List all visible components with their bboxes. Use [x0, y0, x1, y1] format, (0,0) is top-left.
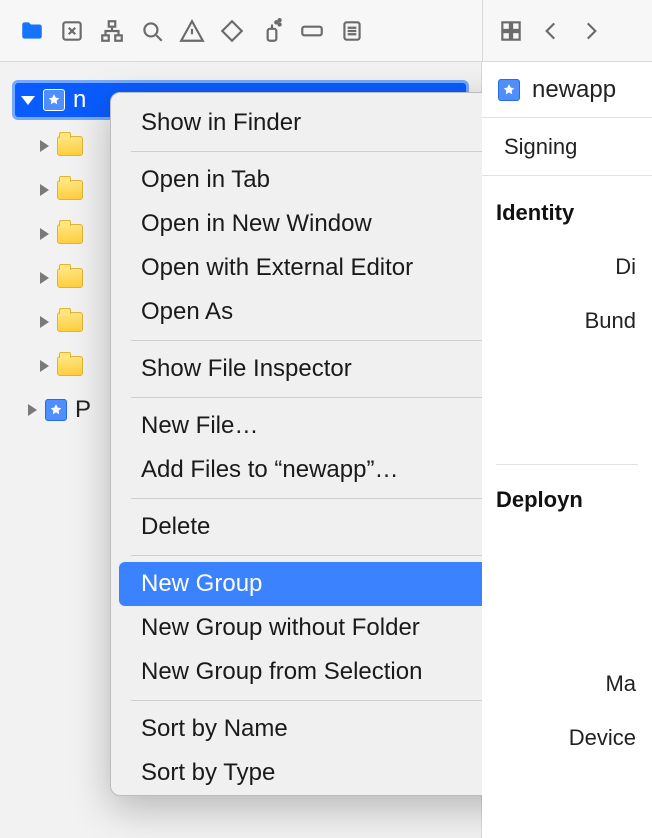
diamond-icon[interactable]: [218, 17, 246, 45]
menu-new-group-without-folder[interactable]: New Group without Folder: [111, 606, 545, 650]
tree-product-label: P: [75, 396, 91, 424]
toolbar-left: [0, 17, 482, 45]
field-bundle: Bund: [496, 308, 638, 334]
menu-separator: [131, 151, 525, 152]
inspector-tabs: Signing: [482, 118, 652, 176]
menu-separator: [131, 397, 525, 398]
folder-icon[interactable]: [18, 17, 46, 45]
chevron-down-icon[interactable]: [21, 96, 35, 105]
context-menu: Show in Finder Open in Tab Open in New W…: [110, 92, 546, 796]
app-icon: [43, 89, 65, 111]
warning-icon[interactable]: [178, 17, 206, 45]
chevron-right-icon[interactable]: [40, 272, 49, 284]
chevron-right-icon[interactable]: [577, 17, 605, 45]
menu-open-external-editor[interactable]: Open with External Editor: [111, 246, 545, 290]
folder-icon: [57, 224, 83, 244]
section-heading-deploy: Deployn: [496, 487, 638, 513]
chevron-right-icon[interactable]: [28, 404, 37, 416]
folder-icon: [57, 268, 83, 288]
chevron-right-icon[interactable]: [40, 228, 49, 240]
menu-add-files[interactable]: Add Files to “newapp”…: [111, 448, 545, 492]
field-mac: Ma: [496, 671, 638, 697]
tag-icon[interactable]: [298, 17, 326, 45]
app-icon: [498, 79, 520, 101]
app-icon: [45, 399, 67, 421]
menu-new-group-from-selection[interactable]: New Group from Selection: [111, 650, 545, 694]
menu-separator: [131, 340, 525, 341]
menu-new-group[interactable]: New Group: [119, 562, 537, 606]
folder-icon: [57, 356, 83, 376]
folder-icon: [57, 136, 83, 156]
menu-sort-by-name[interactable]: Sort by Name: [111, 707, 545, 751]
section-heading-identity: Identity: [496, 200, 638, 226]
spray-icon[interactable]: [258, 17, 286, 45]
menu-separator: [131, 555, 525, 556]
field-display: Di: [496, 254, 638, 280]
menu-open-in-new-window[interactable]: Open in New Window: [111, 202, 545, 246]
tab-signing[interactable]: Signing: [496, 134, 585, 160]
section-divider: [496, 464, 638, 465]
list-icon[interactable]: [338, 17, 366, 45]
toolbar-right: [482, 0, 619, 61]
chevron-right-icon[interactable]: [40, 184, 49, 196]
inspector-title: newapp: [532, 76, 616, 104]
inspector-breadcrumb[interactable]: newapp: [482, 62, 652, 118]
chevron-right-icon[interactable]: [40, 360, 49, 372]
grid-icon[interactable]: [497, 17, 525, 45]
menu-separator: [131, 700, 525, 701]
chevron-right-icon[interactable]: [40, 316, 49, 328]
toolbar: [0, 0, 652, 62]
folder-icon: [57, 312, 83, 332]
section-identity: Identity Di Bund Deployn Ma Device: [482, 176, 652, 751]
menu-delete[interactable]: Delete: [111, 505, 545, 549]
chevron-right-icon[interactable]: [40, 140, 49, 152]
menu-separator: [131, 498, 525, 499]
field-device: Device: [496, 725, 638, 751]
menu-show-in-finder[interactable]: Show in Finder: [111, 101, 545, 145]
hierarchy-icon[interactable]: [98, 17, 126, 45]
inspector-panel: newapp Signing Identity Di Bund Deployn …: [482, 62, 652, 838]
menu-new-file[interactable]: New File…: [111, 404, 545, 448]
close-box-icon[interactable]: [58, 17, 86, 45]
menu-open-in-tab[interactable]: Open in Tab: [111, 158, 545, 202]
project-navigator: n P Show in Finder Open in Tab Open in N…: [0, 62, 482, 838]
project-name: n: [73, 86, 86, 114]
menu-sort-by-type[interactable]: Sort by Type: [111, 751, 545, 795]
search-icon[interactable]: [138, 17, 166, 45]
folder-icon: [57, 180, 83, 200]
menu-open-as[interactable]: Open As: [111, 290, 545, 334]
chevron-left-icon[interactable]: [537, 17, 565, 45]
menu-show-file-inspector[interactable]: Show File Inspector: [111, 347, 545, 391]
